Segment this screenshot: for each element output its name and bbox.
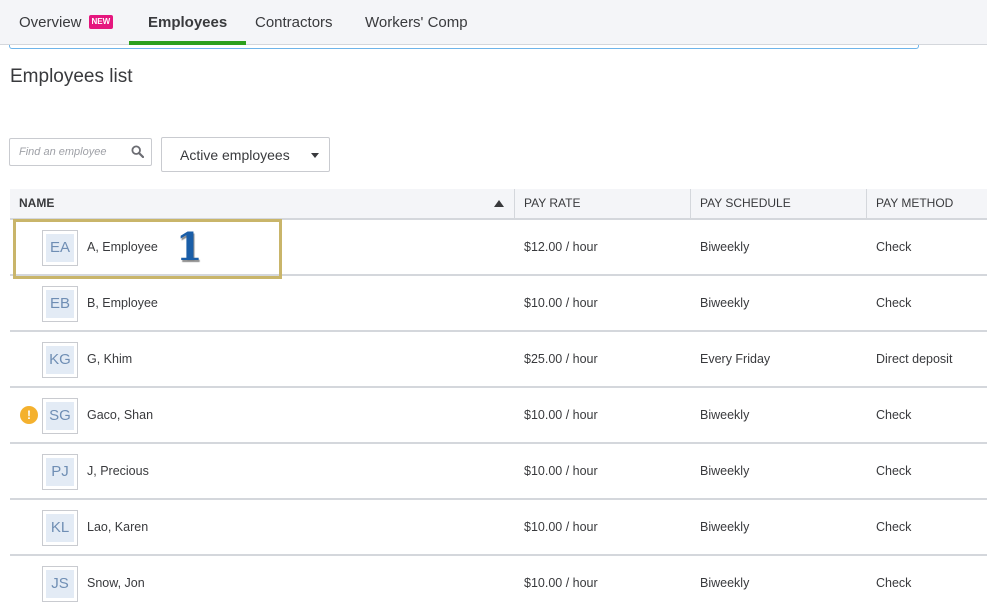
tab-label: Contractors [255,14,333,31]
employee-name-link[interactable]: Snow, Jon [87,556,145,608]
alert-icon[interactable]: ! [20,406,38,424]
employee-name-link[interactable]: Gaco, Shan [87,388,153,442]
pay-rate: $10.00 / hour [524,408,598,422]
pay-schedule: Biweekly [700,240,750,254]
tab-employees[interactable]: Employees [129,0,247,45]
search-input[interactable] [10,139,125,165]
tab-bar: Overview NEW Employees Contractors Worker… [0,0,987,45]
pay-rate: $10.00 / hour [524,296,598,310]
tab-label: Employees [148,14,228,31]
dropdown-selected-value: Active employees [180,147,290,163]
table-row[interactable]: JS Snow, Jon $10.00 / hour Biweekly Chec… [10,556,987,608]
avatar: SG [42,398,78,434]
panel-edge [9,45,919,49]
table-body: EA A, Employee $12.00 / hour Biweekly Ch… [10,220,987,608]
pay-method: Direct deposit [876,352,953,366]
employee-name-link[interactable]: G, Khim [87,332,132,386]
tab-contractors[interactable]: Contractors [236,0,352,45]
tab-label: Overview [19,14,82,31]
tab-workers-comp[interactable]: Workers' Comp [346,0,487,45]
pay-method: Check [876,464,912,478]
employee-name-link[interactable]: Lao, Karen [87,500,148,554]
column-label: PAY RATE [524,196,581,210]
pay-method: Check [876,576,912,590]
avatar-initials: PJ [46,458,74,486]
column-header-pay-method[interactable]: PAY METHOD [866,189,987,218]
sort-ascending-icon[interactable] [494,200,504,207]
page-title: Employees list [10,66,133,87]
employee-name-link[interactable]: B, Employee [87,276,158,330]
pay-method: Check [876,520,912,534]
employee-name-link[interactable]: J, Precious [87,444,149,498]
table-row[interactable]: PJ J, Precious $10.00 / hour Biweekly Ch… [10,444,987,500]
column-header-name[interactable]: NAME [10,189,514,218]
avatar: PJ [42,454,78,490]
pay-schedule: Biweekly [700,408,750,422]
pay-schedule: Biweekly [700,576,750,590]
column-label: PAY METHOD [876,196,954,210]
table-row[interactable]: EA A, Employee $12.00 / hour Biweekly Ch… [10,220,987,276]
table-row[interactable]: KL Lao, Karen $10.00 / hour Biweekly Che… [10,500,987,556]
avatar-initials: KG [46,346,74,374]
pay-rate: $25.00 / hour [524,352,598,366]
column-header-pay-schedule[interactable]: PAY SCHEDULE [690,189,866,218]
column-label: NAME [19,196,55,210]
table-header: NAME PAY RATE PAY SCHEDULE PAY METHOD [10,189,987,220]
avatar: EB [42,286,78,322]
new-badge: NEW [88,15,114,30]
avatar: KG [42,342,78,378]
column-label: PAY SCHEDULE [700,196,791,210]
table-row[interactable]: EB B, Employee $10.00 / hour Biweekly Ch… [10,276,987,332]
pay-method: Check [876,296,912,310]
pay-schedule: Biweekly [700,464,750,478]
chevron-down-icon [311,153,319,158]
pay-schedule: Biweekly [700,520,750,534]
search-icon[interactable] [131,145,144,158]
table-row[interactable]: ! SG Gaco, Shan $10.00 / hour Biweekly C… [10,388,987,444]
employee-name-link[interactable]: A, Employee [87,220,158,274]
pay-method: Check [876,408,912,422]
avatar-initials: JS [46,570,74,598]
pay-method: Check [876,240,912,254]
employees-table: NAME PAY RATE PAY SCHEDULE PAY METHOD EA… [10,189,987,608]
avatar: KL [42,510,78,546]
column-header-pay-rate[interactable]: PAY RATE [514,189,690,218]
pay-rate: $10.00 / hour [524,520,598,534]
table-row[interactable]: KG G, Khim $25.00 / hour Every Friday Di… [10,332,987,388]
avatar-initials: SG [46,402,74,430]
avatar-initials: EB [46,290,74,318]
avatar-initials: EA [46,234,74,262]
employee-status-dropdown[interactable]: Active employees [161,137,330,172]
pay-schedule: Every Friday [700,352,771,366]
search-field[interactable] [9,138,152,166]
avatar: EA [42,230,78,266]
pay-rate: $10.00 / hour [524,464,598,478]
avatar-initials: KL [46,514,74,542]
annotation-step-number: 1 [176,224,203,269]
tab-label: Workers' Comp [365,14,468,31]
pay-rate: $12.00 / hour [524,240,598,254]
avatar: JS [42,566,78,602]
pay-schedule: Biweekly [700,296,750,310]
pay-rate: $10.00 / hour [524,576,598,590]
tab-overview[interactable]: Overview NEW [0,0,132,45]
